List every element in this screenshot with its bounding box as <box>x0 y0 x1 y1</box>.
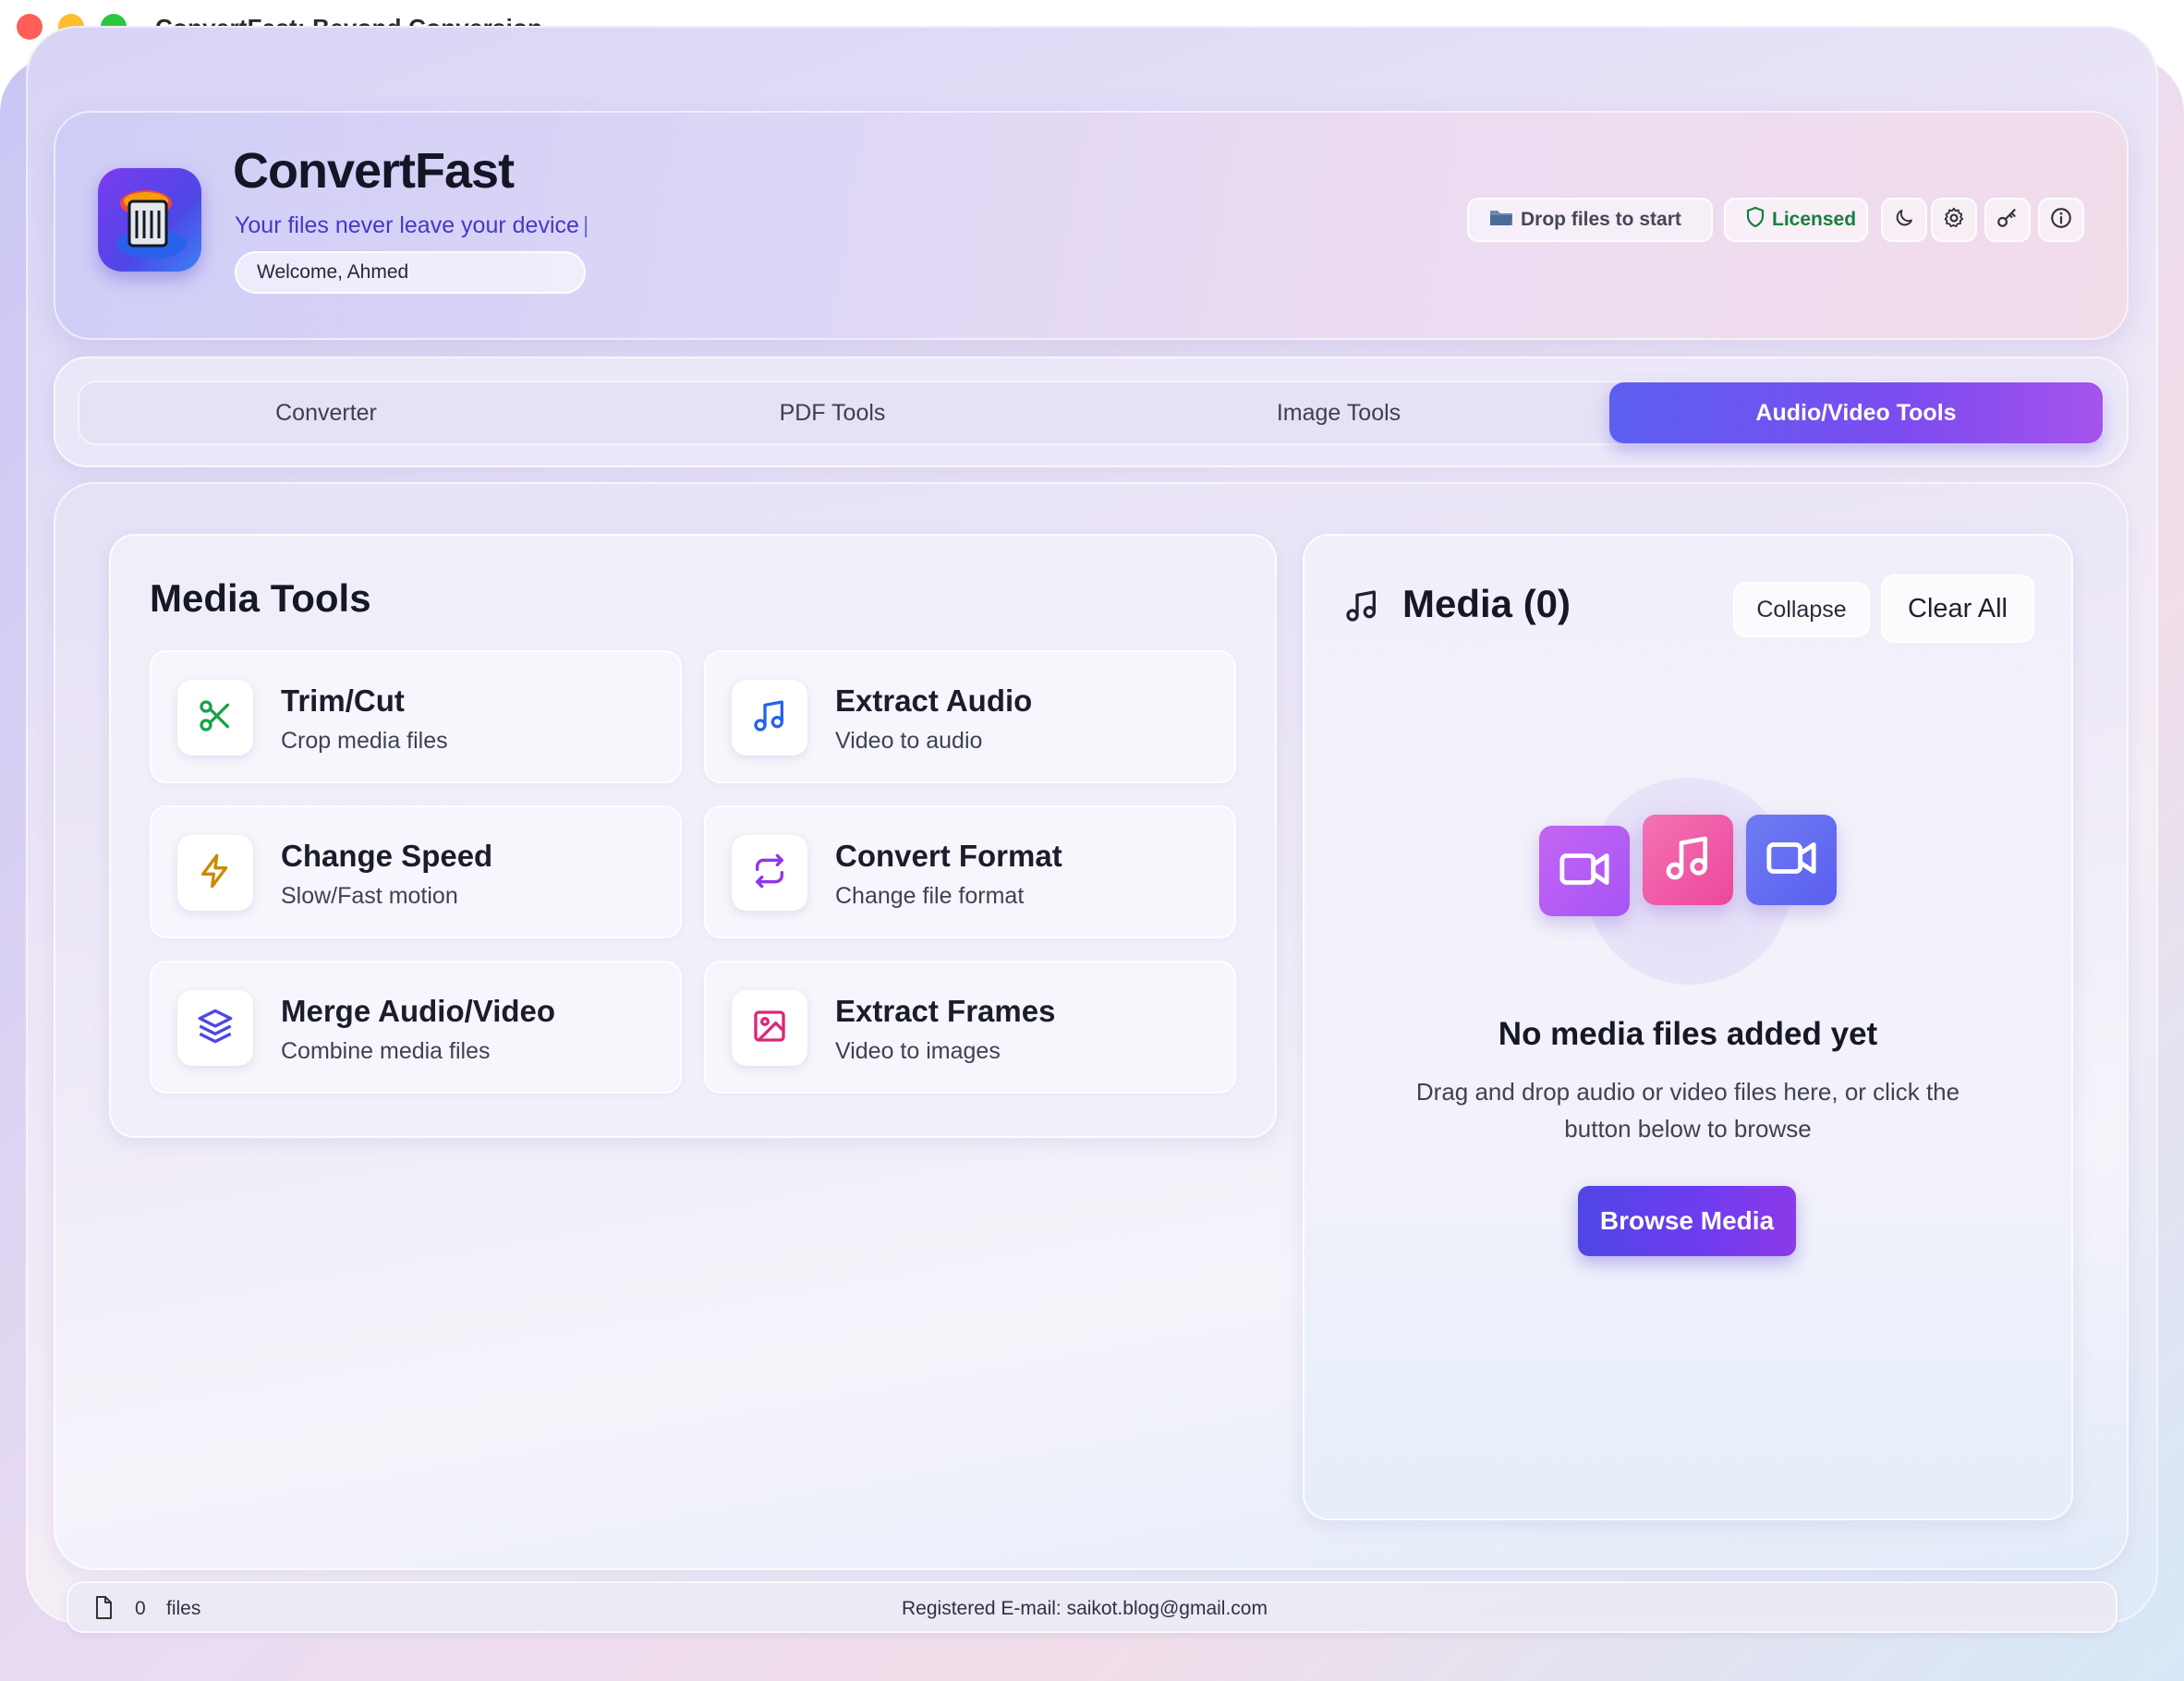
image-icon <box>751 1008 788 1049</box>
lightning-icon <box>197 853 234 894</box>
layers-icon <box>197 1008 234 1049</box>
shield-icon <box>1746 206 1765 233</box>
music-note-icon <box>751 697 788 739</box>
tool-extract-audio[interactable]: Extract Audio Video to audio <box>704 650 1236 783</box>
tagline: Your files never leave your device | <box>235 212 589 238</box>
tool-convert-format[interactable]: Convert Format Change file format <box>704 805 1236 938</box>
registered-email: Registered E-mail: saikot.blog@gmail.com <box>902 1598 1268 1619</box>
media-count-title: Media (0) <box>1402 582 1571 625</box>
clear-all-button[interactable]: Clear All <box>1881 574 2034 643</box>
tab-track: Converter PDF Tools Image Tools Audio/Vi… <box>78 381 2105 445</box>
repeat-icon <box>751 853 788 894</box>
scissors-icon <box>197 697 234 739</box>
tool-title: Extract Frames <box>835 994 1056 1028</box>
tool-title: Change Speed <box>281 839 493 873</box>
key-icon <box>1996 206 2020 235</box>
tool-trim-cut[interactable]: Trim/Cut Crop media files <box>150 650 682 783</box>
tab-bar: Converter PDF Tools Image Tools Audio/Vi… <box>54 357 2129 467</box>
tool-title: Merge Audio/Video <box>281 994 556 1028</box>
gear-icon <box>1942 206 1966 235</box>
tool-title: Trim/Cut <box>281 683 405 718</box>
media-tools-card: Media Tools Trim/Cut Crop media files Ex… <box>109 534 1277 1138</box>
about-button[interactable] <box>2038 198 2084 242</box>
music-note-icon <box>1662 832 1714 889</box>
empty-state-description: Drag and drop audio or video files here,… <box>1415 1078 1960 1143</box>
tool-subtitle: Video to images <box>835 1038 1001 1064</box>
theme-toggle-button[interactable] <box>1881 198 1927 242</box>
tool-icon-box <box>732 835 807 911</box>
tool-icon-box <box>732 680 807 756</box>
drop-files-chip[interactable]: Drop files to start <box>1467 198 1713 242</box>
video-camera-icon <box>1558 842 1611 901</box>
tool-icon-box <box>177 680 253 756</box>
tool-change-speed[interactable]: Change Speed Slow/Fast motion <box>150 805 682 938</box>
licensed-chip[interactable]: Licensed <box>1724 198 1868 242</box>
tool-icon-box <box>177 835 253 911</box>
tool-subtitle: Change file format <box>835 883 1025 909</box>
license-key-button[interactable] <box>1984 198 2031 242</box>
tab-converter[interactable]: Converter <box>79 382 573 443</box>
info-icon <box>2049 206 2073 235</box>
tool-merge-audio-video[interactable]: Merge Audio/Video Combine media files <box>150 961 682 1094</box>
folder-icon <box>1489 207 1513 233</box>
tab-image-tools[interactable]: Image Tools <box>1092 382 1585 443</box>
tool-title: Convert Format <box>835 839 1062 873</box>
licensed-label: Licensed <box>1772 209 1857 230</box>
empty-state-title: No media files added yet <box>1498 1016 1878 1052</box>
tool-subtitle: Combine media files <box>281 1038 491 1064</box>
tool-subtitle: Slow/Fast motion <box>281 883 458 909</box>
main-panel: Media Tools Trim/Cut Crop media files Ex… <box>54 482 2129 1570</box>
browse-media-button[interactable]: Browse Media <box>1578 1186 1796 1256</box>
media-list-card: Media (0) Collapse Clear All No media fi… <box>1303 534 2073 1520</box>
moon-icon <box>1893 207 1915 234</box>
brand-name: ConvertFast <box>233 143 515 199</box>
tool-subtitle: Crop media files <box>281 728 448 754</box>
audio-tile <box>1643 815 1733 905</box>
video-tile <box>1539 826 1630 916</box>
video-camera-icon <box>1765 831 1818 889</box>
app-logo <box>98 168 201 272</box>
music-note-icon <box>1343 587 1380 629</box>
tool-subtitle: Video to audio <box>835 728 983 754</box>
drop-files-label: Drop files to start <box>1521 209 1681 230</box>
status-bar: 0 files Registered E-mail: saikot.blog@g… <box>67 1581 2117 1633</box>
close-window-button[interactable] <box>17 14 42 40</box>
tab-audio-video-tools[interactable]: Audio/Video Tools <box>1609 382 2103 443</box>
tab-pdf-tools[interactable]: PDF Tools <box>586 382 1079 443</box>
tool-title: Extract Audio <box>835 683 1033 718</box>
tool-icon-box <box>732 990 807 1066</box>
tool-extract-frames[interactable]: Extract Frames Video to images <box>704 961 1236 1094</box>
collapse-button[interactable]: Collapse <box>1733 582 1870 637</box>
settings-button[interactable] <box>1931 198 1977 242</box>
video-tile <box>1746 815 1837 905</box>
welcome-badge: Welcome, Ahmed <box>235 251 586 294</box>
media-tools-title: Media Tools <box>150 576 371 620</box>
app-header: ConvertFast Your files never leave your … <box>54 111 2129 340</box>
tool-icon-box <box>177 990 253 1066</box>
